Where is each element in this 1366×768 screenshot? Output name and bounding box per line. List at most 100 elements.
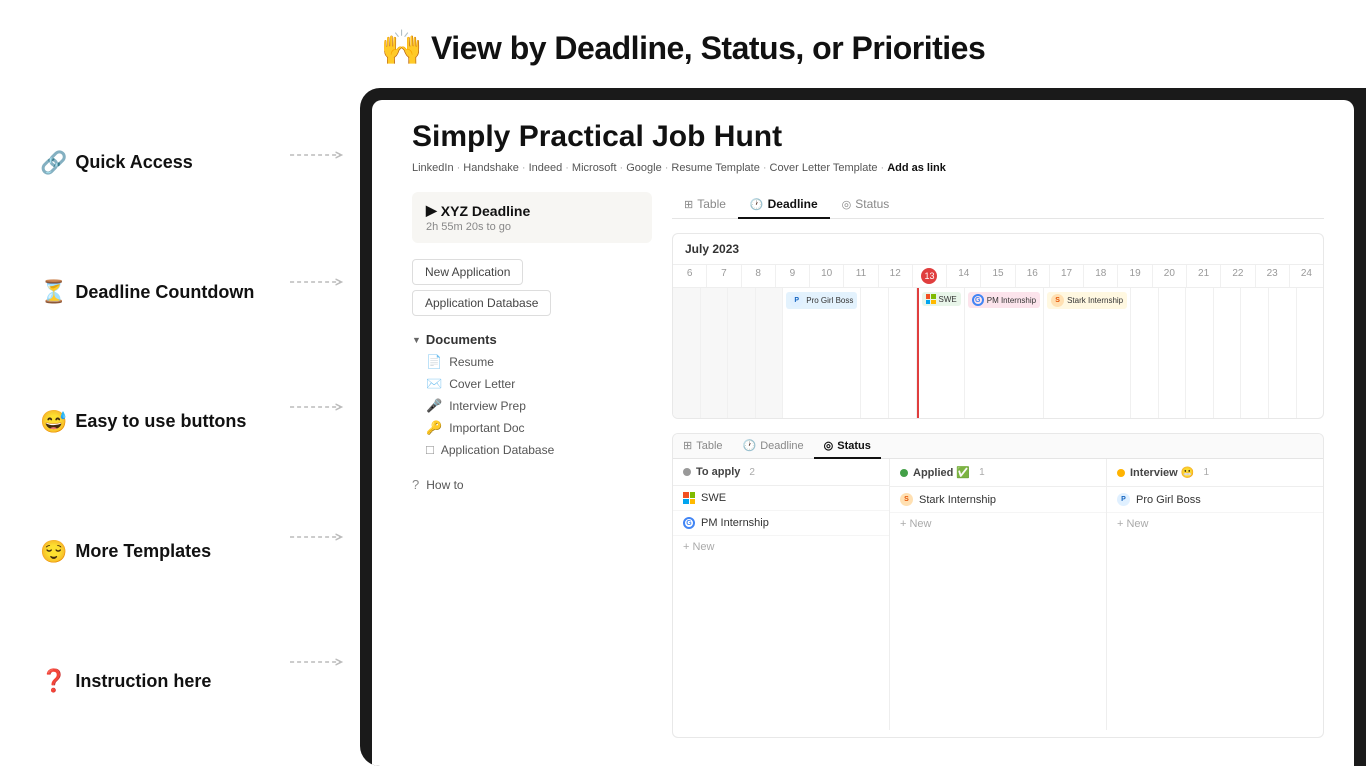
- calendar-days-row: 6 7 8 9 10 11 12 13 14: [673, 265, 1323, 288]
- today-indicator: 13: [921, 268, 937, 284]
- tab-deadline-top[interactable]: 🕐 Deadline: [738, 192, 830, 219]
- app-db-icon: □: [426, 442, 434, 457]
- label-quick-access: 🔗 Quick Access: [40, 150, 330, 176]
- stark-icon-cal: S: [1051, 294, 1064, 307]
- quick-access-label: Quick Access: [75, 152, 192, 173]
- application-database-button[interactable]: Application Database: [412, 290, 551, 316]
- page-title: Simply Practical Job Hunt: [412, 120, 1324, 154]
- device-frame: Simply Practical Job Hunt LinkedIn · Han…: [360, 88, 1366, 766]
- label-instruction: ❓ Instruction here: [40, 668, 330, 694]
- tab-status-top[interactable]: ◎ Status: [830, 192, 902, 219]
- label-deadline-countdown: ⏳ Deadline Countdown: [40, 279, 330, 305]
- google-icon-cal: G: [972, 294, 984, 306]
- add-icon-interview: + New: [1117, 518, 1149, 530]
- label-more-templates: 😌 More Templates: [40, 539, 330, 565]
- tab-table-top-label: Table: [697, 197, 726, 211]
- tab-deadline-bottom[interactable]: 🕐 Deadline: [733, 434, 814, 459]
- cal-event-stark[interactable]: S Stark Internship: [1047, 292, 1127, 309]
- ms-icon-board-swe: [683, 492, 695, 504]
- interview-prep-label: Interview Prep: [449, 399, 526, 413]
- applied-label: Applied ✅: [913, 466, 970, 479]
- device-inner: Simply Practical Job Hunt LinkedIn · Han…: [372, 100, 1354, 766]
- action-buttons: New Application Application Database: [412, 259, 652, 316]
- content-columns: ▶ XYZ Deadline 2h 55m 20s to go New Appl…: [412, 192, 1324, 738]
- interview-dot: [1117, 469, 1125, 477]
- board-add-applied[interactable]: + New: [890, 513, 1106, 535]
- deadline-emoji: ⏳: [40, 279, 67, 305]
- left-column: ▶ XYZ Deadline 2h 55m 20s to go New Appl…: [412, 192, 652, 738]
- how-to-item[interactable]: ? How to: [412, 474, 652, 495]
- board-card-pro-girl-boss[interactable]: P Pro Girl Boss: [1107, 487, 1323, 513]
- to-apply-label: To apply: [696, 466, 740, 478]
- label-easy-buttons: 😅 Easy to use buttons: [40, 409, 330, 435]
- how-to-label: How to: [426, 478, 463, 492]
- deadline-title: ▶ XYZ Deadline: [426, 202, 638, 219]
- tab-table-top[interactable]: ⊞ Table: [672, 192, 738, 219]
- doc-resume[interactable]: 📄 Resume: [412, 351, 652, 373]
- new-application-button[interactable]: New Application: [412, 259, 523, 285]
- link-microsoft[interactable]: Microsoft: [572, 162, 617, 174]
- pm-internship-card-label: PM Internship: [701, 517, 769, 529]
- main-layout: 🔗 Quick Access ⏳ Deadline Countdown 😅 Ea…: [0, 88, 1366, 766]
- resume-icon: 📄: [426, 354, 442, 370]
- cal-event-swe[interactable]: SWE: [922, 292, 961, 306]
- board-card-stark[interactable]: S Stark Internship: [890, 487, 1106, 513]
- app-db-label: Application Database: [441, 443, 554, 457]
- doc-important-doc[interactable]: 🔑 Important Doc: [412, 417, 652, 439]
- doc-cover-letter[interactable]: ✉️ Cover Letter: [412, 373, 652, 395]
- help-icon: ?: [412, 477, 419, 492]
- board-col-interview-header: Interview 😬 1: [1107, 459, 1323, 487]
- deadline-label: Deadline Countdown: [75, 282, 254, 303]
- calendar-body: P Pro Girl Boss: [673, 288, 1323, 418]
- table-icon-top: ⊞: [684, 198, 693, 211]
- tab-table-bottom-label: Table: [696, 440, 722, 452]
- link-resume-template[interactable]: Resume Template: [671, 162, 759, 174]
- board-add-to-apply[interactable]: + New: [673, 536, 889, 558]
- board-col-applied-header: Applied ✅ 1: [890, 459, 1106, 487]
- board-add-interview[interactable]: + New: [1107, 513, 1323, 535]
- tab-table-bottom[interactable]: ⊞ Table: [673, 434, 733, 459]
- important-doc-label: Important Doc: [449, 421, 524, 435]
- link-indeed[interactable]: Indeed: [529, 162, 563, 174]
- link-handshake[interactable]: Handshake: [463, 162, 519, 174]
- header-title: View by Deadline, Status, or Priorities: [431, 30, 985, 66]
- tab-deadline-bottom-label: Deadline: [760, 440, 803, 452]
- header-emoji: 🙌: [381, 29, 423, 67]
- doc-application-database[interactable]: □ Application Database: [412, 439, 652, 460]
- page-links: LinkedIn · Handshake · Indeed · Microsof…: [412, 162, 1324, 174]
- link-cover-letter[interactable]: Cover Letter Template: [770, 162, 878, 174]
- interview-label: Interview 😬: [1130, 466, 1194, 479]
- deadline-box: ▶ XYZ Deadline 2h 55m 20s to go: [412, 192, 652, 243]
- left-labels-panel: 🔗 Quick Access ⏳ Deadline Countdown 😅 Ea…: [0, 88, 350, 766]
- important-doc-icon: 🔑: [426, 420, 442, 436]
- deadline-icon-top: 🕐: [750, 198, 764, 211]
- right-column: ⊞ Table 🕐 Deadline ◎ Status: [672, 192, 1324, 738]
- deadline-name: XYZ Deadline: [441, 203, 530, 219]
- google-icon-board: G: [683, 517, 695, 529]
- calendar-view: July 2023 6 7 8 9 10 11 12: [672, 233, 1324, 419]
- top-view-tabs: ⊞ Table 🕐 Deadline ◎ Status: [672, 192, 1324, 219]
- tab-status-bottom[interactable]: ◎ Status: [814, 434, 881, 459]
- cal-event-pm-internship[interactable]: G PM Internship: [968, 292, 1040, 308]
- table-icon-bottom: ⊞: [683, 439, 692, 452]
- link-linkedin[interactable]: LinkedIn: [412, 162, 454, 174]
- buttons-label: Easy to use buttons: [75, 411, 246, 432]
- deadline-countdown-text: 2h 55m 20s to go: [426, 221, 638, 233]
- board-col-interview: Interview 😬 1 P Pro Girl Boss + New: [1107, 459, 1323, 730]
- instruction-emoji: ❓: [40, 668, 67, 694]
- stark-icon-board: S: [900, 493, 913, 506]
- link-add-as-link[interactable]: Add as link: [887, 162, 946, 174]
- board-columns: To apply 2 SWE: [673, 459, 1323, 730]
- link-google[interactable]: Google: [626, 162, 661, 174]
- cover-letter-icon: ✉️: [426, 376, 442, 392]
- doc-interview-prep[interactable]: 🎤 Interview Prep: [412, 395, 652, 417]
- templates-emoji: 😌: [40, 539, 67, 565]
- cal-event-pro-girl-boss[interactable]: P Pro Girl Boss: [786, 292, 857, 309]
- interview-prep-icon: 🎤: [426, 398, 442, 414]
- deadline-icon-bottom: 🕐: [743, 439, 757, 452]
- add-icon-applied: + New: [900, 518, 932, 530]
- board-card-pm-internship[interactable]: G PM Internship: [673, 511, 889, 536]
- board-card-swe[interactable]: SWE: [673, 486, 889, 511]
- applied-count: 1: [979, 467, 985, 478]
- applied-dot: [900, 469, 908, 477]
